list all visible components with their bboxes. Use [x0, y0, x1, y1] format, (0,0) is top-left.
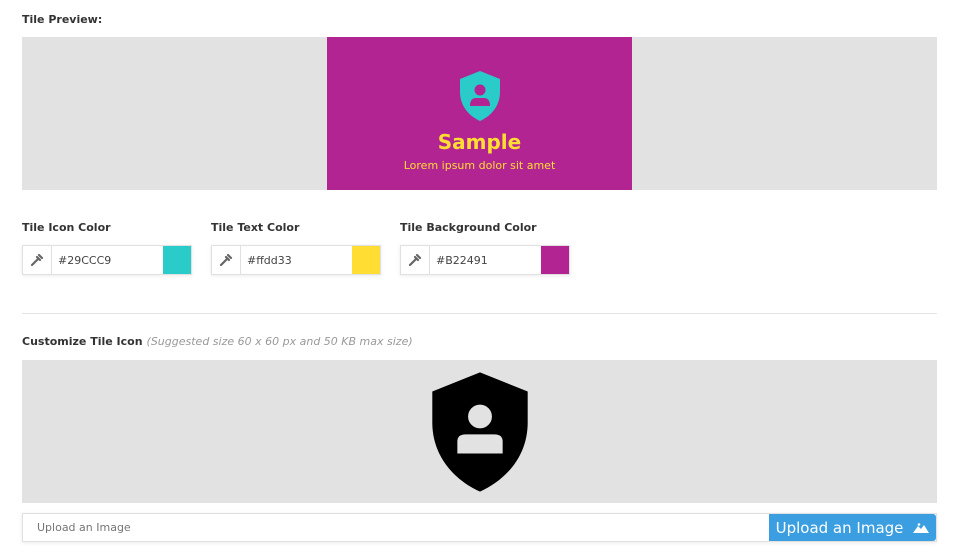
bg-color-label: Tile Background Color [400, 221, 537, 234]
eyedropper-icon[interactable] [23, 246, 52, 274]
eyedropper-icon[interactable] [401, 246, 430, 274]
tile-title: Sample [437, 130, 522, 154]
text-color-input[interactable]: #ffdd33 [241, 246, 352, 274]
icon-preview-area [22, 360, 937, 503]
shield-user-icon [459, 71, 500, 121]
upload-image-button[interactable]: Upload an Image [769, 514, 936, 541]
upload-button-label: Upload an Image [775, 518, 904, 537]
icon-color-picker: #29CCC9 [22, 245, 192, 275]
bg-color-swatch[interactable] [541, 246, 569, 274]
tile-preview-label: Tile Preview: [22, 13, 103, 26]
text-color-swatch[interactable] [352, 246, 380, 274]
tile-subtitle: Lorem ipsum dolor sit amet [403, 159, 556, 172]
icon-color-label: Tile Icon Color [22, 221, 111, 234]
icon-color-input[interactable]: #29CCC9 [52, 246, 163, 274]
bg-color-input[interactable]: #B22491 [430, 246, 541, 274]
tile: Sample Lorem ipsum dolor sit amet [327, 37, 632, 190]
text-color-label: Tile Text Color [211, 221, 300, 234]
divider [22, 313, 937, 314]
bg-color-picker: #B22491 [400, 245, 570, 275]
customize-icon-label: Customize Tile Icon (Suggested size 60 x … [22, 335, 413, 348]
customize-title: Customize Tile Icon [22, 335, 143, 348]
size-hint: (Suggested size 60 x 60 px and 50 KB max… [146, 335, 413, 348]
icon-color-swatch[interactable] [163, 246, 191, 274]
shield-user-icon [431, 371, 528, 492]
text-color-picker: #ffdd33 [211, 245, 381, 275]
tile-preview-area: Sample Lorem ipsum dolor sit amet [22, 37, 937, 190]
upload-bar: Upload an Image [22, 513, 937, 542]
eyedropper-icon[interactable] [212, 246, 241, 274]
upload-input[interactable] [23, 514, 769, 541]
mountain-icon [913, 522, 930, 533]
